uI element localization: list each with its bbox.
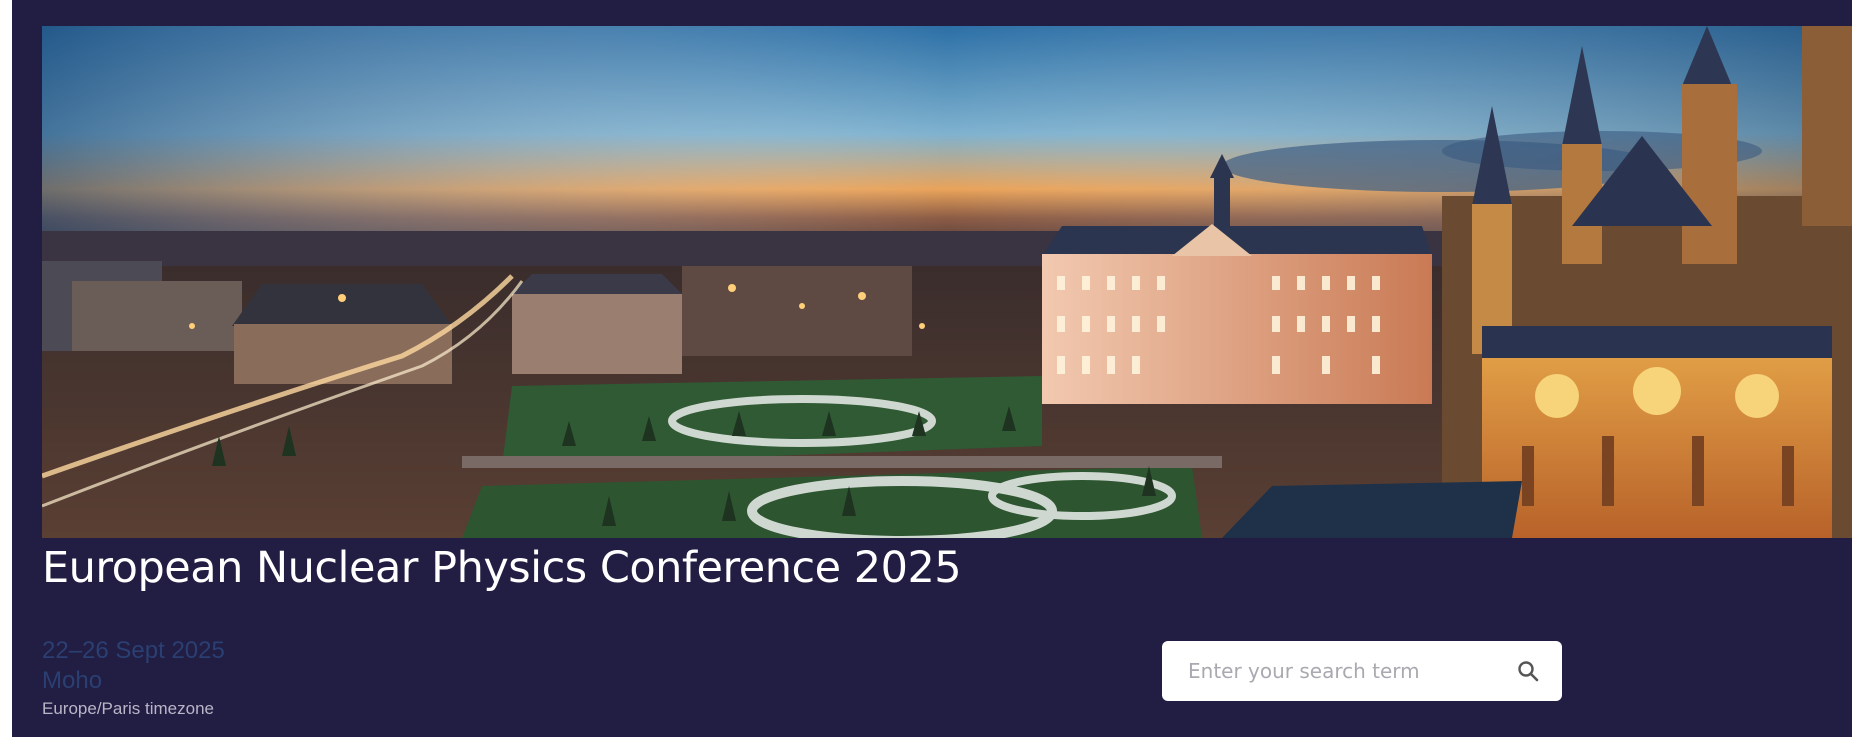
search-input[interactable] <box>1186 658 1516 684</box>
event-venue: Moho <box>42 667 103 694</box>
event-timezone: Europe/Paris timezone <box>42 699 214 718</box>
search-box <box>1162 641 1562 701</box>
event-banner-image <box>42 26 1852 538</box>
search-icon[interactable] <box>1516 659 1540 683</box>
event-title: European Nuclear Physics Conference 2025 <box>42 543 962 593</box>
left-edge-bar <box>0 0 12 737</box>
event-dates: 22–26 Sept 2025 <box>42 637 225 664</box>
event-page: European Nuclear Physics Conference 2025… <box>0 0 1852 737</box>
event-meta: 22–26 Sept 2025 Moho Europe/Paris timezo… <box>42 636 225 722</box>
